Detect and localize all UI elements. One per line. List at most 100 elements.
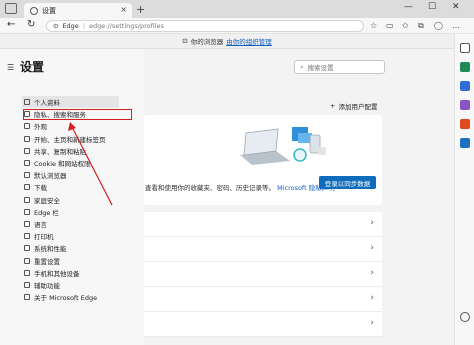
nav-item-label: 个人资料 <box>34 99 60 108</box>
shopping-icon[interactable] <box>460 62 470 72</box>
nav-item[interactable]: 共享、复制和粘贴 <box>22 145 119 157</box>
nav-item-icon <box>24 196 30 203</box>
tab-actions-icon[interactable] <box>5 3 17 14</box>
nav-item-label: 关于 Microsoft Edge <box>34 294 98 303</box>
sign-in-sync-button[interactable]: 登录以同步数据 <box>319 176 376 189</box>
nav-item-label: 家庭安全 <box>34 196 60 205</box>
nav-item[interactable]: 默认浏览器 <box>22 169 119 181</box>
nav-item-label: 共享、复制和粘贴 <box>34 147 86 156</box>
nav-item-icon <box>24 160 30 167</box>
list-item[interactable]: › <box>144 237 382 262</box>
menu-icon[interactable]: ☰ <box>7 63 14 72</box>
sidebar-settings-icon[interactable] <box>460 312 470 322</box>
managed-bar: ⊡ 你的浏览器 由你的组织管理 <box>0 34 454 49</box>
add-profile-button[interactable]: + 添加用户配置 <box>330 101 377 111</box>
nav-item[interactable]: 个人资料 <box>22 96 119 109</box>
tools-icon[interactable] <box>460 81 470 91</box>
address-path: edge://settings/profiles <box>89 22 164 30</box>
chevron-right-icon: › <box>370 293 374 303</box>
nav-item[interactable]: 关于 Microsoft Edge <box>22 291 119 303</box>
managed-link[interactable]: 由你的组织管理 <box>226 36 272 46</box>
nav-item-icon <box>24 184 30 191</box>
nav-item-label: 开始、主页和新建标签页 <box>34 135 106 144</box>
sync-description: 查看和使用你的收藏夹、密码、历史记录等。 Microsoft 隐私声明 <box>145 182 335 192</box>
nav-item[interactable]: 打印机 <box>22 230 119 242</box>
nav-item-label: 重置设置 <box>34 257 60 266</box>
toolbar: ← ↻ ⊙ Edge | edge://settings/profiles ☆ … <box>0 18 474 34</box>
add-icon: + <box>330 102 336 110</box>
nav-item-label: Cookie 和网站权限 <box>34 160 91 169</box>
favorite-star-icon[interactable]: ☆ <box>370 21 377 30</box>
games-icon[interactable] <box>460 100 470 110</box>
nav-item-icon <box>24 135 30 142</box>
list-item[interactable]: › <box>144 312 382 337</box>
nav-item-icon <box>24 245 30 252</box>
nav-item[interactable]: Edge 栏 <box>22 206 119 218</box>
title-bar: 设置 × + — ☐ ✕ <box>0 0 474 18</box>
nav-item-icon <box>24 269 30 276</box>
search-input[interactable]: ⌕ 搜索设置 <box>294 60 385 74</box>
add-profile-label: 添加用户配置 <box>338 103 378 111</box>
managed-icon: ⊡ <box>182 37 188 45</box>
lock-icon: ⊙ <box>53 22 59 30</box>
edge-sidebar <box>454 34 474 345</box>
list-item[interactable]: › <box>144 262 382 287</box>
nav-item-icon <box>24 99 30 106</box>
close-tab-button[interactable]: × <box>120 5 127 14</box>
split-screen-icon[interactable]: ▭ <box>386 21 394 30</box>
nav-item[interactable]: 家庭安全 <box>22 194 119 206</box>
nav-item-icon <box>24 123 30 130</box>
new-tab-button[interactable]: + <box>136 3 145 16</box>
nav-item[interactable]: 辅助功能 <box>22 279 119 291</box>
page-title: 设置 <box>20 60 45 74</box>
nav-item[interactable]: 下载 <box>22 181 119 193</box>
refresh-icon[interactable]: ↻ <box>27 19 35 30</box>
chevron-right-icon: › <box>370 268 374 278</box>
nav-item[interactable]: 开始、主页和新建标签页 <box>22 133 119 145</box>
collections-icon[interactable]: ⧉ <box>418 21 424 31</box>
gear-icon <box>30 6 38 15</box>
favorites-icon[interactable]: ✩ <box>402 21 409 30</box>
nav-item-icon <box>24 147 30 154</box>
nav-item-label: Edge 栏 <box>34 208 59 217</box>
settings-nav-list: 个人资料 隐私、搜索和服务 外观 开始、主页和新建标签页 共享、复制和粘贴 Cookie … <box>22 96 119 303</box>
nav-item-icon <box>24 172 30 179</box>
highlight-box <box>23 109 132 120</box>
search-icon: ⌕ <box>300 62 304 71</box>
close-window-button[interactable]: ✕ <box>452 2 460 12</box>
search-icon[interactable] <box>460 43 470 53</box>
address-bar[interactable]: ⊙ Edge | edge://settings/profiles <box>46 20 364 32</box>
nav-item-icon <box>24 294 30 301</box>
nav-item-icon <box>24 208 30 215</box>
nav-item-label: 外观 <box>34 123 47 132</box>
nav-item[interactable]: 外观 <box>22 120 119 132</box>
nav-item-icon <box>24 233 30 240</box>
chevron-right-icon: › <box>370 318 374 328</box>
nav-item-label: 下载 <box>34 184 47 193</box>
nav-item-icon <box>24 281 30 288</box>
back-icon[interactable]: ← <box>7 19 15 30</box>
search-placeholder: 搜索设置 <box>307 64 334 72</box>
nav-item[interactable]: 语言 <box>22 218 119 230</box>
office-icon[interactable] <box>460 119 470 129</box>
profile-card: 查看和使用你的收藏夹、密码、历史记录等。 Microsoft 隐私声明 登录以同… <box>144 115 382 205</box>
minimize-button[interactable]: — <box>404 2 413 12</box>
tab-settings[interactable]: 设置 × <box>24 3 132 18</box>
nav-item-icon <box>24 257 30 264</box>
list-item[interactable]: › <box>144 287 382 312</box>
nav-item-label: 语言 <box>34 220 47 229</box>
nav-item[interactable]: 重置设置 <box>22 254 119 266</box>
profile-settings-list: › › › › › <box>144 212 382 337</box>
nav-item-label: 默认浏览器 <box>34 172 67 181</box>
profile-icon[interactable]: ◯ <box>434 21 443 30</box>
settings-content: ⌕ 搜索设置 + 添加用户配置 查看和使用你的收藏夹、密码、历史记录等。 Mic… <box>144 49 454 345</box>
nav-item[interactable]: Cookie 和网站权限 <box>22 157 119 169</box>
maximize-button[interactable]: ☐ <box>428 2 436 12</box>
nav-item[interactable]: 手机和其他设备 <box>22 267 119 279</box>
more-icon[interactable]: … <box>452 21 460 30</box>
nav-item-label: 手机和其他设备 <box>34 269 80 278</box>
outlook-icon[interactable] <box>460 138 470 148</box>
nav-item-label: 辅助功能 <box>34 281 60 290</box>
nav-item[interactable]: 系统和性能 <box>22 242 119 254</box>
list-item[interactable]: › <box>144 212 382 237</box>
